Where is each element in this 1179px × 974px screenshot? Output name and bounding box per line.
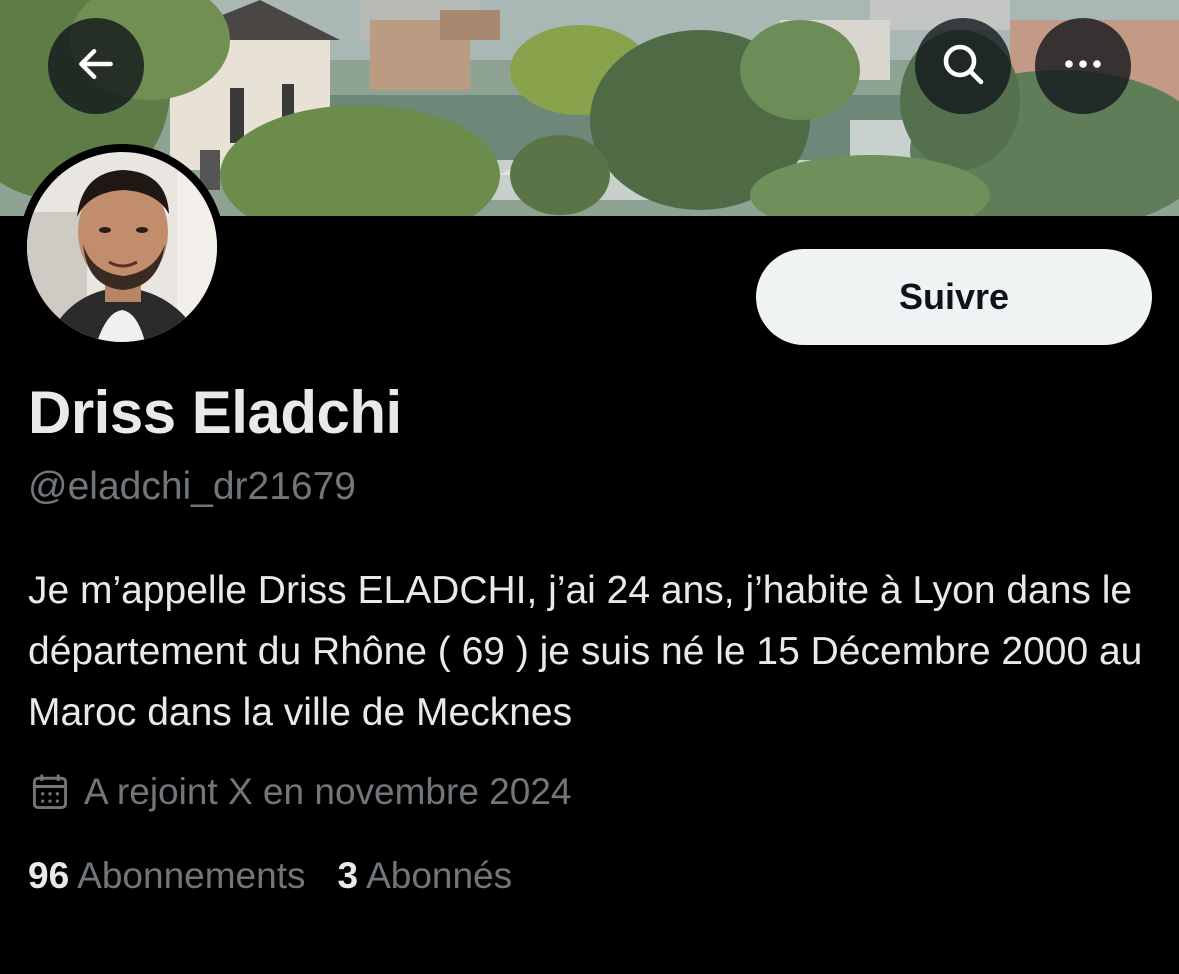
avatar[interactable] xyxy=(27,152,217,342)
profile-stats: 96 Abonnements 3 Abonnés xyxy=(28,855,544,897)
following-link[interactable]: 96 Abonnements xyxy=(28,855,305,897)
following-label: Abonnements xyxy=(77,855,306,896)
joined-date-text: A rejoint X en novembre 2024 xyxy=(84,771,572,812)
user-handle: @eladchi_dr21679 xyxy=(28,465,356,508)
follow-button[interactable]: Suivre xyxy=(756,249,1152,345)
following-count: 96 xyxy=(28,855,70,896)
joined-date: A rejoint X en novembre 2024 xyxy=(28,770,572,814)
search-button[interactable] xyxy=(915,18,1011,114)
more-options-button[interactable] xyxy=(1035,18,1131,114)
profile-bio: Je m’appelle Driss ELADCHI, j’ai 24 ans,… xyxy=(28,569,1143,734)
search-icon xyxy=(939,40,987,93)
followers-label: Abonnés xyxy=(366,855,513,896)
back-button[interactable] xyxy=(48,18,144,114)
arrow-left-icon xyxy=(74,42,118,91)
avatar-container[interactable] xyxy=(19,144,225,350)
calendar-icon xyxy=(28,770,72,814)
display-name: Driss Eladchi xyxy=(28,379,402,446)
followers-count: 3 xyxy=(337,855,359,896)
more-horizontal-icon xyxy=(1059,40,1107,93)
followers-link[interactable]: 3 Abonnés xyxy=(337,855,512,897)
